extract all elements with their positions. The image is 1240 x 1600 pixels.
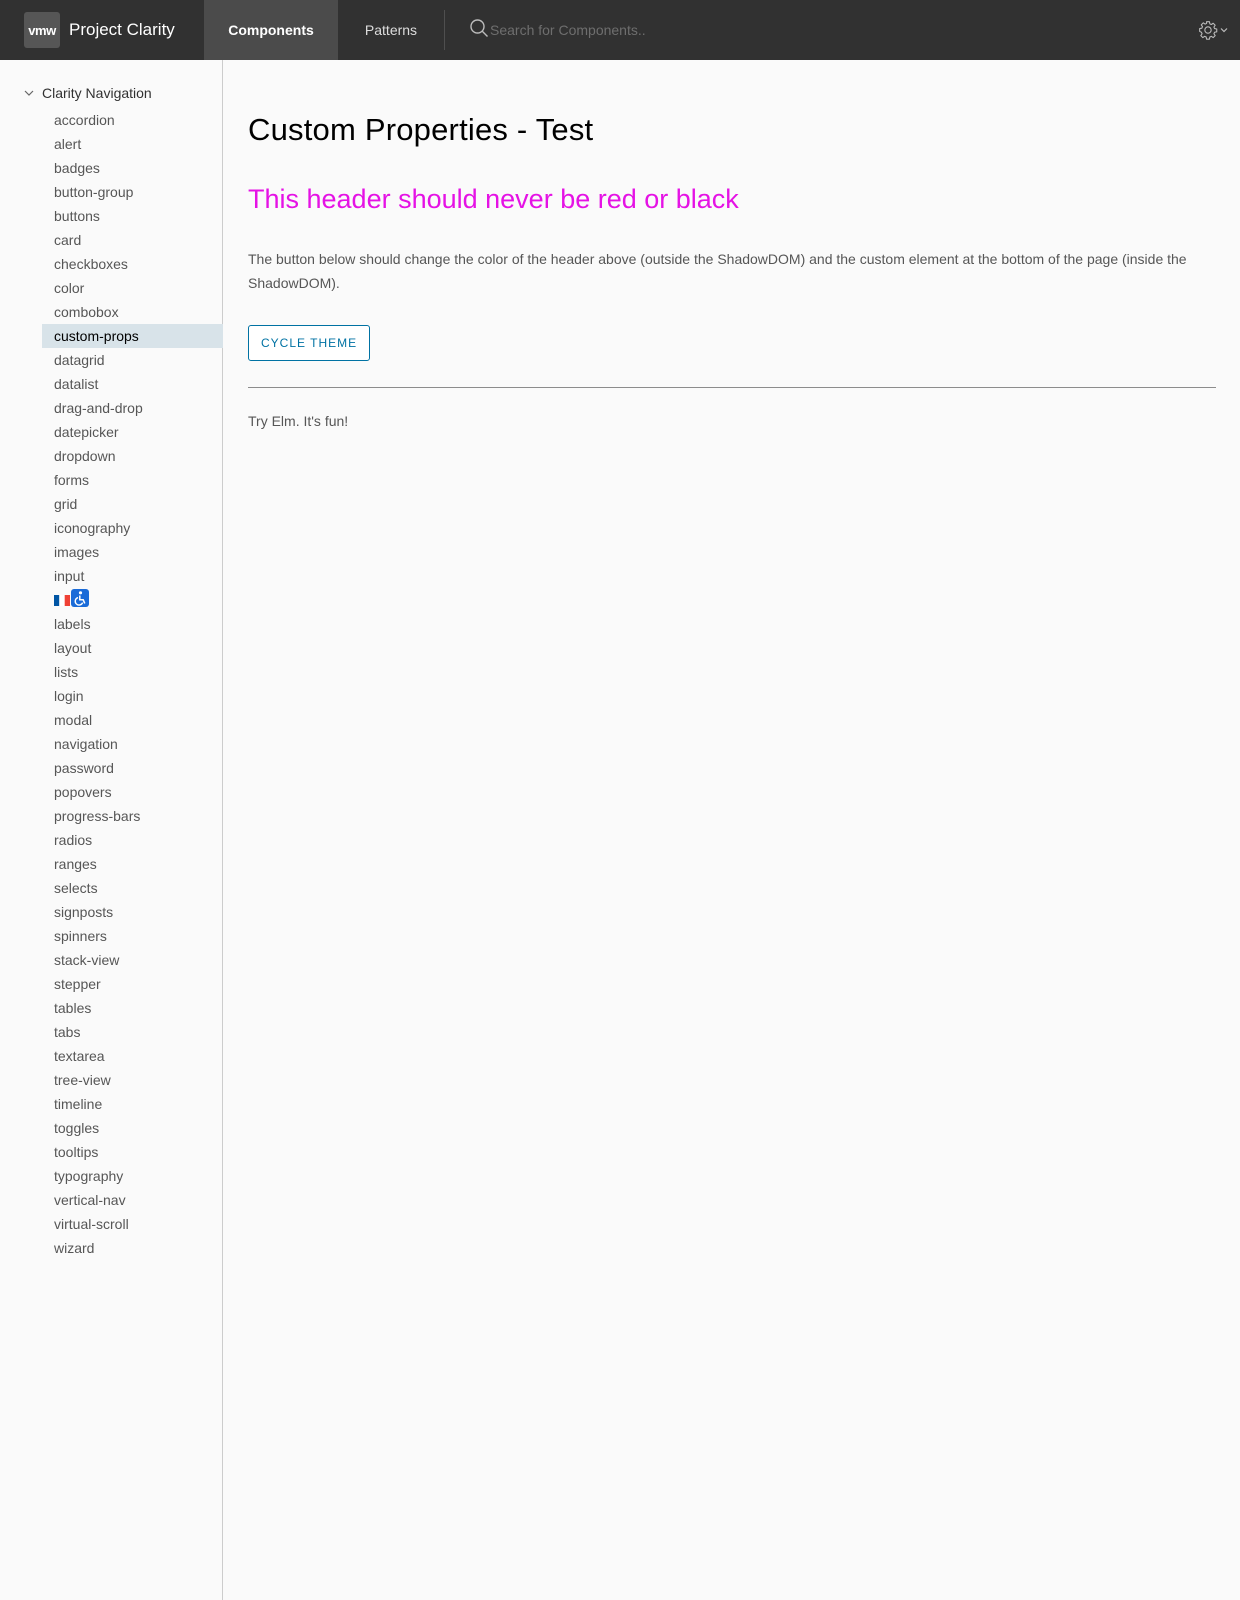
sidebar-item-toggles[interactable]: toggles	[42, 1116, 223, 1140]
settings-button[interactable]	[1198, 0, 1240, 60]
sidebar-item-drag-and-drop[interactable]: drag-and-drop	[42, 396, 223, 420]
description-text: The button below should change the color…	[248, 251, 1187, 291]
sidebar-item-timeline[interactable]: timeline	[42, 1092, 223, 1116]
sidebar-item-accordion[interactable]: accordion	[42, 108, 223, 132]
sidebar-item-spinners[interactable]: spinners	[42, 924, 223, 948]
sidebar-item-datalist[interactable]: datalist	[42, 372, 223, 396]
cycle-theme-button[interactable]: CYCLE THEME	[248, 325, 371, 361]
sidebar-item-lists[interactable]: lists	[42, 660, 223, 684]
sidebar-item-stepper[interactable]: stepper	[42, 972, 223, 996]
search-box[interactable]	[445, 0, 1198, 60]
sidebar-item-popovers[interactable]: popovers	[42, 780, 223, 804]
custom-element-text: Try Elm. It's fun!	[248, 413, 349, 429]
french-flag-icon	[54, 589, 70, 613]
sidebar-item-forms[interactable]: forms	[42, 468, 223, 492]
search-input[interactable]	[490, 22, 790, 38]
sidebar-item-tables[interactable]: tables	[42, 996, 223, 1020]
sidebar-item-login[interactable]: login	[42, 684, 223, 708]
sidebar-item-badges[interactable]: badges	[42, 156, 223, 180]
sidebar-item-button-group[interactable]: button-group	[42, 180, 223, 204]
sidebar-item-tooltips[interactable]: tooltips	[42, 1140, 223, 1164]
sidebar-item-alert[interactable]: alert	[42, 132, 223, 156]
sidebar-item-navigation[interactable]: navigation	[42, 732, 223, 756]
vmware-logo: vmw	[24, 12, 60, 48]
sidebar-item-layout[interactable]: layout	[42, 636, 223, 660]
search-icon	[469, 18, 489, 43]
sidebar-item-buttons[interactable]: buttons	[42, 204, 223, 228]
divider	[248, 387, 1216, 388]
sidebar-item-progress-bars[interactable]: progress-bars	[42, 804, 223, 828]
sidebar-item-signposts[interactable]: signposts	[42, 900, 223, 924]
sidebar-item-stack-view[interactable]: stack-view	[42, 948, 223, 972]
sidebar-item-color[interactable]: color	[42, 276, 223, 300]
sidebar-item-datepicker[interactable]: datepicker	[42, 420, 223, 444]
sidebar-item-combobox[interactable]: combobox	[42, 300, 223, 324]
nav-components[interactable]: Components	[204, 0, 338, 60]
sidebar: Clarity Navigation accordion alert badges b…	[0, 60, 223, 1600]
tree-root[interactable]: Clarity Navigation	[22, 85, 152, 101]
tree-root-label[interactable]: Clarity Navigation	[42, 85, 152, 101]
chevron-down-icon	[1220, 26, 1228, 34]
sidebar-item-datagrid[interactable]: datagrid	[42, 348, 223, 372]
chevron-down-icon[interactable]	[22, 86, 36, 100]
sidebar-item-iconography[interactable]: iconography	[42, 516, 223, 540]
nav-patterns[interactable]: Patterns	[338, 0, 444, 60]
brand-title[interactable]: Project Clarity	[69, 20, 175, 40]
sidebar-item-wizard[interactable]: wizard	[42, 1236, 223, 1260]
branding[interactable]: vmw Project Clarity	[0, 0, 204, 60]
sidebar-item-custom-props[interactable]: custom-props	[42, 324, 223, 348]
sidebar-item-emoji[interactable]	[42, 588, 223, 612]
main-content: Custom Properties - Test This header sho…	[248, 60, 1216, 429]
sidebar-item-images[interactable]: images	[42, 540, 223, 564]
sidebar-item-card[interactable]: card	[42, 228, 223, 252]
sidebar-item-selects[interactable]: selects	[42, 876, 223, 900]
sidebar-item-virtual-scroll[interactable]: virtual-scroll	[42, 1212, 223, 1236]
sidebar-item-textarea[interactable]: textarea	[42, 1044, 223, 1068]
sidebar-item-ranges[interactable]: ranges	[42, 852, 223, 876]
sidebar-item-dropdown[interactable]: dropdown	[42, 444, 223, 468]
sidebar-item-grid[interactable]: grid	[42, 492, 223, 516]
sidebar-item-tree-view[interactable]: tree-view	[42, 1068, 223, 1092]
page-title: Custom Properties - Test	[248, 112, 594, 147]
sidebar-item-password[interactable]: password	[42, 756, 223, 780]
sidebar-item-vertical-nav[interactable]: vertical-nav	[42, 1188, 223, 1212]
themed-header: This header should never be red or black	[248, 184, 739, 214]
sidebar-item-typography[interactable]: typography	[42, 1164, 223, 1188]
gear-icon	[1198, 20, 1218, 40]
sidebar-item-modal[interactable]: modal	[42, 708, 223, 732]
sidebar-item-input[interactable]: input	[42, 564, 223, 588]
sidebar-item-tabs[interactable]: tabs	[42, 1020, 223, 1044]
accessibility-icon	[71, 588, 89, 614]
app-header: vmw Project Clarity Components Patterns	[0, 0, 1240, 60]
sidebar-item-checkboxes[interactable]: checkboxes	[42, 252, 223, 276]
sidebar-item-radios[interactable]: radios	[42, 828, 223, 852]
tree-items: accordion alert badges button-group buttons c…	[42, 108, 223, 1260]
sidebar-item-labels[interactable]: labels	[42, 612, 223, 636]
